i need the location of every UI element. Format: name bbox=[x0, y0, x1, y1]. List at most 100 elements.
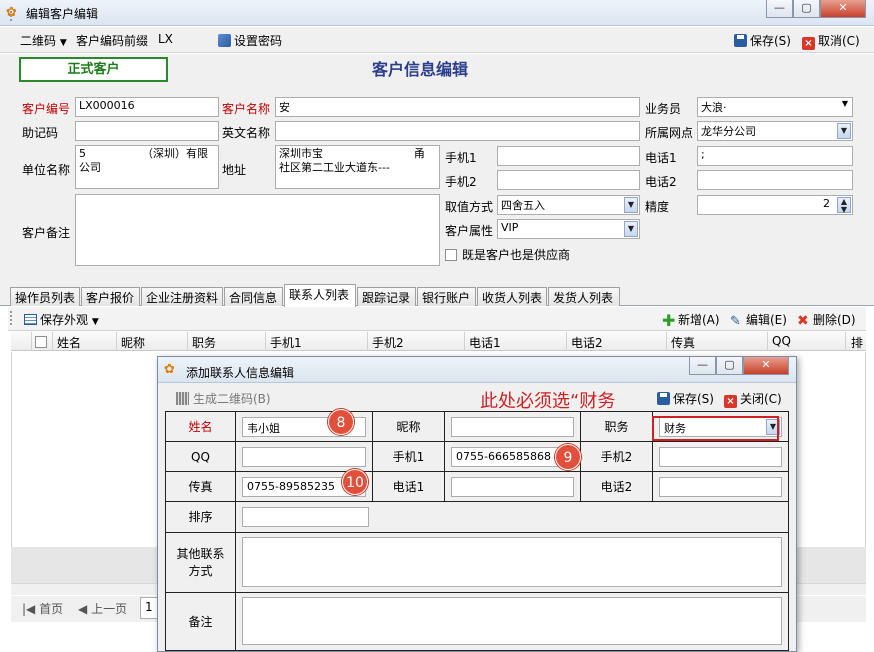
salesman-value: 大浪· bbox=[701, 101, 727, 114]
edit-contact-button[interactable]: ✎ 编辑(E) bbox=[730, 311, 787, 329]
set-password-button[interactable]: 设置密码 bbox=[218, 32, 282, 49]
english-name-label: 英文名称 bbox=[222, 126, 271, 140]
address-input[interactable]: 深圳市宝 甬社区第二工业大道东--- bbox=[275, 145, 440, 189]
column-header-phone1[interactable]: 电话1 bbox=[469, 334, 501, 351]
precision-stepper[interactable]: 2 ▲ ▼ bbox=[697, 195, 853, 215]
contact-phone2-input[interactable] bbox=[659, 476, 782, 497]
branch-label: 所属网点 bbox=[645, 126, 694, 140]
spin-icon[interactable]: ▲ ▼ bbox=[837, 197, 851, 214]
contact-nickname-label: 昵称 bbox=[372, 410, 445, 443]
dialog-save-button[interactable]: 保存(S) bbox=[657, 390, 714, 407]
checkbox-icon[interactable] bbox=[445, 249, 457, 261]
column-header-name[interactable]: 姓名 bbox=[57, 334, 81, 351]
step-badge: 10 bbox=[342, 469, 368, 495]
supplier-checkbox[interactable]: 既是客户也是供应商 bbox=[445, 246, 570, 263]
tab-registration[interactable]: 企业注册资料 bbox=[141, 287, 223, 306]
step-badge: 8 bbox=[328, 409, 354, 435]
page-number-input[interactable]: 1 bbox=[140, 597, 158, 619]
maximize-button[interactable]: ▢ bbox=[793, 0, 820, 18]
phone2-input[interactable] bbox=[697, 170, 853, 190]
customer-name-input[interactable]: 安 bbox=[275, 97, 640, 117]
close-button[interactable]: ✕ bbox=[820, 0, 866, 18]
column-header-post[interactable]: 职务 bbox=[192, 334, 216, 351]
company-label: 单位名称 bbox=[22, 163, 71, 177]
generate-qr-label: 生成二维码(B) bbox=[193, 392, 271, 406]
tab-contracts[interactable]: 合同信息 bbox=[224, 287, 283, 306]
column-header-mobile1[interactable]: 手机1 bbox=[270, 334, 302, 351]
mnemonic-label: 助记码 bbox=[22, 126, 59, 140]
attribute-select[interactable]: VIP ▼ bbox=[497, 219, 640, 239]
contact-remark-cell bbox=[235, 591, 789, 652]
tab-tracking[interactable]: 跟踪记录 bbox=[357, 287, 416, 306]
english-name-input[interactable] bbox=[275, 121, 640, 141]
contact-nickname-input[interactable] bbox=[451, 416, 574, 437]
contact-other-cell bbox=[235, 531, 789, 593]
salesman-select[interactable]: 大浪· ▼ bbox=[697, 97, 853, 117]
customer-remark-input[interactable] bbox=[75, 194, 440, 266]
save-button[interactable]: 保存(S) bbox=[734, 32, 791, 49]
tab-bank[interactable]: 银行账户 bbox=[417, 287, 476, 306]
customer-type-badge[interactable]: 正式客户 bbox=[19, 57, 168, 82]
contact-remark-input[interactable] bbox=[242, 597, 782, 646]
select-all-checkbox[interactable] bbox=[35, 335, 52, 349]
branch-value: 龙华分公司 bbox=[701, 125, 756, 138]
column-header-mobile2[interactable]: 手机2 bbox=[372, 334, 404, 351]
save-icon bbox=[734, 34, 747, 47]
dialog-minimize-button[interactable]: — bbox=[689, 357, 716, 375]
mobile1-label: 手机1 bbox=[445, 151, 477, 165]
contact-other-input[interactable] bbox=[242, 537, 782, 588]
save-view-dropdown[interactable]: 保存外观 ▼ bbox=[24, 311, 99, 328]
column-header-fax[interactable]: 传真 bbox=[671, 334, 695, 351]
contact-mobile2-input[interactable] bbox=[659, 446, 782, 467]
prefix-value[interactable]: LX bbox=[158, 32, 173, 46]
tab-operators[interactable]: 操作员列表 bbox=[10, 287, 80, 306]
mnemonic-input[interactable] bbox=[75, 121, 219, 141]
generate-qr-button[interactable]: 生成二维码(B) bbox=[176, 390, 271, 407]
rounding-value: 四舍五入 bbox=[501, 199, 545, 212]
dialog-maximize-button[interactable]: ▢ bbox=[716, 357, 743, 375]
toolbar-grip bbox=[10, 7, 13, 21]
checkbox-icon[interactable] bbox=[35, 336, 47, 348]
tab-receivers[interactable]: 收货人列表 bbox=[477, 287, 547, 306]
add-contact-button[interactable]: ✚ 新增(A) bbox=[662, 311, 720, 329]
qr-dropdown[interactable]: 二维码 ▼ bbox=[20, 32, 67, 49]
branch-select[interactable]: 龙华分公司 ▼ bbox=[697, 121, 853, 141]
chevron-down-icon[interactable]: ▼ bbox=[624, 197, 638, 213]
column-header-sort[interactable]: 排 bbox=[851, 334, 863, 351]
salesman-label: 业务员 bbox=[645, 102, 682, 116]
column-header-nickname[interactable]: 昵称 bbox=[121, 334, 145, 351]
column-header-phone2[interactable]: 电话2 bbox=[571, 334, 603, 351]
tab-quotes[interactable]: 客户报价 bbox=[81, 287, 140, 306]
toolbar-grip bbox=[10, 311, 13, 325]
first-page-button[interactable]: |◀ 首页 bbox=[22, 600, 63, 617]
prev-page-button[interactable]: ◀ 上一页 bbox=[78, 600, 127, 617]
contact-qq-input[interactable] bbox=[242, 446, 366, 467]
precision-value: 2 bbox=[823, 197, 830, 210]
dialog-close-button[interactable]: ✕ bbox=[743, 357, 789, 375]
contact-phone2-label: 电话2 bbox=[580, 471, 653, 503]
phone1-input[interactable]: ; bbox=[697, 146, 853, 166]
column-header-qq[interactable]: QQ bbox=[772, 334, 791, 348]
contact-qq-cell bbox=[235, 441, 373, 473]
mobile2-input[interactable] bbox=[497, 170, 640, 190]
company-input[interactable]: 5 （深圳）有限 公司 bbox=[75, 145, 219, 189]
customer-code-input[interactable]: LX000016 bbox=[75, 97, 219, 117]
contact-qq-label: QQ bbox=[165, 441, 236, 473]
chevron-down-icon[interactable]: ▼ bbox=[624, 221, 638, 237]
tab-shippers[interactable]: 发货人列表 bbox=[548, 287, 620, 306]
qr-icon bbox=[176, 392, 189, 405]
dialog-close-action-button[interactable]: × 关闭(C) bbox=[724, 390, 782, 408]
supplier-label: 既是客户也是供应商 bbox=[462, 248, 571, 262]
delete-contact-button[interactable]: ✖ 删除(D) bbox=[797, 311, 856, 328]
tab-contacts[interactable]: 联系人列表 bbox=[284, 284, 356, 307]
contact-sort-label: 排序 bbox=[165, 501, 236, 533]
minimize-button[interactable]: — bbox=[766, 0, 793, 18]
rounding-select[interactable]: 四舍五入 ▼ bbox=[497, 195, 640, 215]
contact-sort-input[interactable] bbox=[242, 506, 369, 527]
cancel-button[interactable]: × 取消(C) bbox=[802, 32, 860, 50]
dialog-close-label: 关闭(C) bbox=[740, 392, 782, 406]
mobile1-input[interactable] bbox=[497, 146, 640, 166]
contact-phone1-input[interactable] bbox=[451, 476, 574, 497]
chevron-down-icon[interactable]: ▼ bbox=[837, 123, 851, 139]
attribute-value: VIP bbox=[501, 221, 519, 234]
